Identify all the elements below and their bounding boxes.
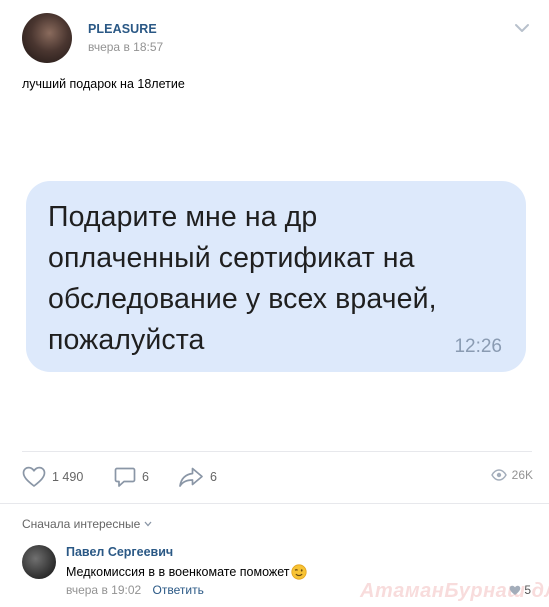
- views-counter: 26K: [490, 468, 533, 482]
- post-text: лучший подарок на 18летие: [22, 77, 185, 91]
- divider: [22, 451, 532, 452]
- share-button[interactable]: 6: [178, 465, 217, 489]
- comment-icon: [114, 467, 136, 487]
- message-bubble-image[interactable]: Подарите мне на др оплаченный сертификат…: [26, 181, 526, 372]
- wink-emoji-icon: [290, 564, 307, 580]
- likes-count: 1 490: [52, 470, 84, 484]
- message-time: 12:26: [454, 336, 502, 357]
- comment-text-content: Медкомиссия в в военкомате поможет: [66, 565, 290, 579]
- author-avatar[interactable]: [22, 13, 72, 63]
- comment-meta: вчера в 19:02 Ответить: [66, 583, 204, 597]
- post-card: PLEASURE вчера в 18:57 лучший подарок на…: [0, 0, 549, 607]
- comment-like-button[interactable]: 5: [509, 583, 531, 597]
- comment-button[interactable]: 6: [114, 465, 149, 489]
- like-button[interactable]: 1 490: [22, 465, 83, 489]
- chevron-down-icon[interactable]: [514, 23, 530, 33]
- commenter-avatar[interactable]: [22, 545, 56, 579]
- heart-icon: [22, 466, 46, 487]
- comment-text: Медкомиссия в в военкомате поможет: [66, 564, 307, 580]
- chevron-down-icon: [144, 521, 152, 527]
- divider: [0, 503, 549, 504]
- comment-author[interactable]: Павел Сергеевич: [66, 545, 173, 559]
- heart-icon: [510, 585, 521, 595]
- views-count: 26K: [511, 468, 533, 482]
- reply-link[interactable]: Ответить: [153, 583, 204, 597]
- post-author[interactable]: PLEASURE: [88, 22, 157, 36]
- post-date[interactable]: вчера в 18:57: [88, 40, 163, 54]
- comment-likes-count: 5: [524, 583, 531, 597]
- sort-label: Сначала интересные: [22, 517, 141, 531]
- share-icon: [179, 467, 203, 487]
- message-text: Подарите мне на др оплаченный сертификат…: [48, 201, 437, 356]
- comments-sort-dropdown[interactable]: Сначала интересные: [22, 517, 152, 531]
- comments-count: 6: [142, 470, 149, 484]
- eye-icon: [490, 469, 507, 481]
- shares-count: 6: [210, 470, 217, 484]
- comment-date[interactable]: вчера в 19:02: [66, 583, 141, 597]
